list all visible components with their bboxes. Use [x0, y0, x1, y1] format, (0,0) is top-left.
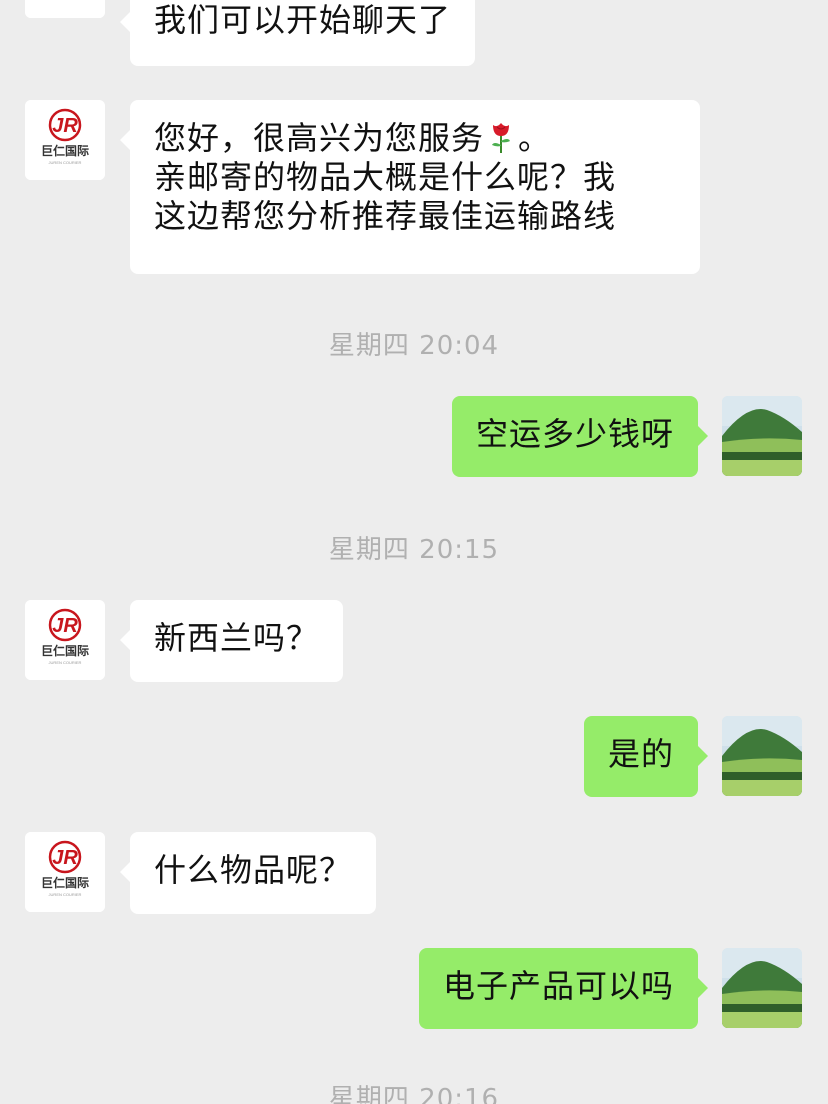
message-text: 我们可以开始聊天了	[154, 1, 452, 39]
user-avatar[interactable]	[722, 948, 802, 1028]
message-text-line: 亲邮寄的物品大概是什么呢？我	[154, 158, 617, 196]
svg-text:JR: JR	[52, 615, 78, 637]
logo-text: 巨仁国际	[41, 643, 89, 658]
message-bubble[interactable]: 新西兰吗？	[119, 600, 344, 682]
timestamp: 星期四 20:15	[328, 535, 500, 565]
message-text: 空运多少钱呀	[475, 415, 674, 453]
user-avatar[interactable]	[722, 716, 802, 796]
landscape-avatar-icon	[722, 948, 802, 1028]
message-text: 新西兰吗？	[154, 619, 320, 657]
contact-avatar[interactable]: JR 巨仁国际 JUREN COURIER	[25, 100, 105, 180]
logo-text: 巨仁国际	[41, 143, 89, 158]
message-bubble[interactable]: 您好，很高兴为您服务。 亲邮寄的物品大概是什么呢？我 这边帮您分析推荐最佳运输路…	[120, 100, 700, 274]
message-bubble[interactable]: 电子产品可以吗	[418, 948, 709, 1029]
svg-text:JR: JR	[52, 115, 78, 137]
svg-text:JR: JR	[52, 847, 78, 869]
rose-emoji-icon	[492, 123, 511, 153]
juren-logo-icon	[25, 0, 105, 18]
message-text: 什么物品呢？	[154, 851, 353, 889]
message-bubble[interactable]: 我们可以开始聊天了	[119, 0, 476, 66]
message-text: 是的	[607, 735, 674, 773]
message-text: 电子产品可以吗	[442, 967, 674, 1005]
juren-logo-icon: JR 巨仁国际 JUREN COURIER	[25, 100, 105, 180]
logo-text: 巨仁国际	[41, 875, 89, 890]
message-bubble[interactable]: 什么物品呢？	[119, 832, 377, 914]
message-text-line: 这边帮您分析推荐最佳运输路线	[154, 197, 617, 235]
contact-avatar[interactable]	[25, 0, 105, 18]
message-text-line: 您好，很高兴为您服务。	[154, 119, 552, 157]
message-bubble[interactable]: 是的	[583, 716, 709, 797]
logo-subtext: JUREN COURIER	[49, 160, 82, 165]
logo-subtext: JUREN COURIER	[49, 660, 82, 665]
juren-logo-icon: JR 巨仁国际 JUREN COURIER	[25, 600, 105, 680]
landscape-avatar-icon	[722, 396, 802, 476]
timestamp: 星期四 20:16	[328, 1084, 500, 1104]
chat-message-list[interactable]: 我们可以开始聊天了 JR 巨仁国际 JUREN COURIER 您好，很高兴为您…	[0, 0, 828, 1104]
user-avatar[interactable]	[722, 396, 802, 476]
juren-logo-icon: JR 巨仁国际 JUREN COURIER	[25, 832, 105, 912]
contact-avatar[interactable]: JR 巨仁国际 JUREN COURIER	[25, 832, 105, 912]
message-bubble[interactable]: 空运多少钱呀	[451, 396, 709, 477]
contact-avatar[interactable]: JR 巨仁国际 JUREN COURIER	[25, 600, 105, 680]
timestamp: 星期四 20:04	[328, 331, 500, 361]
landscape-avatar-icon	[722, 716, 802, 796]
logo-subtext: JUREN COURIER	[49, 892, 82, 897]
